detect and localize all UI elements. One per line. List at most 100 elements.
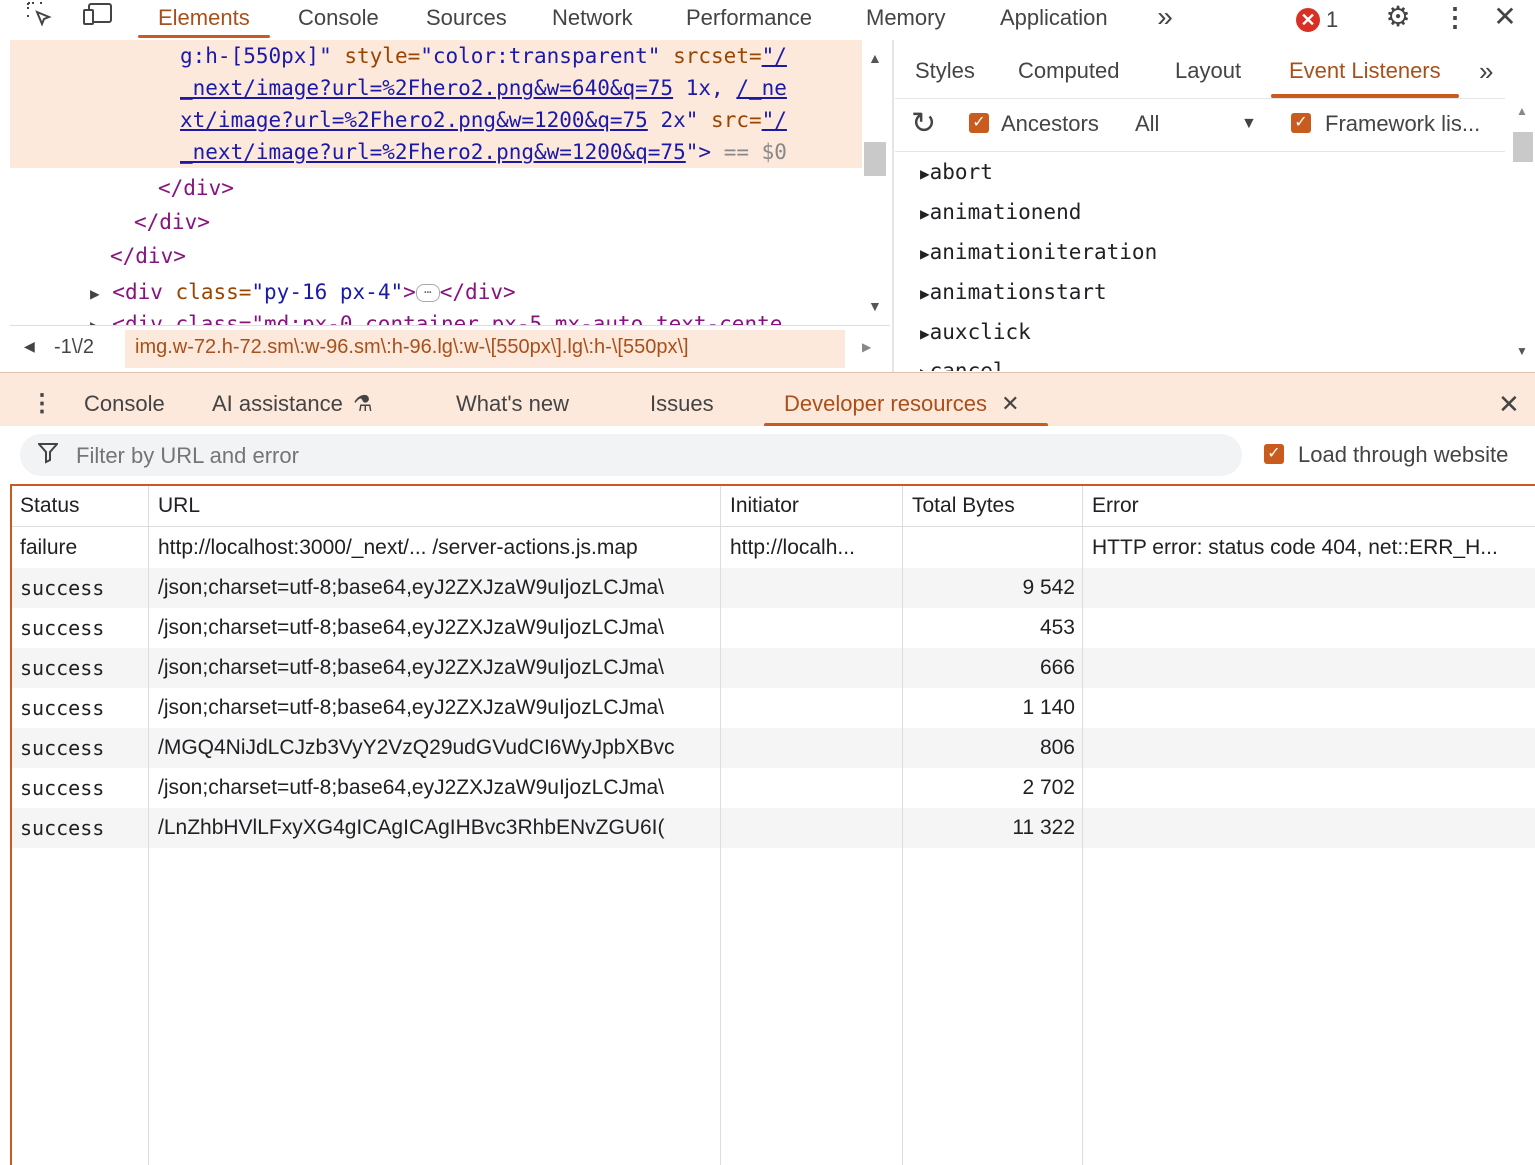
column-divider[interactable]: [720, 486, 721, 1165]
sidebar-tabs: Styles Computed Layout Event Listeners »: [895, 40, 1535, 98]
expand-triangle-icon[interactable]: ▶: [90, 284, 100, 303]
panel-divider[interactable]: [892, 40, 894, 372]
load-through-website-checkbox[interactable]: ✓: [1264, 444, 1284, 464]
column-divider[interactable]: [1082, 486, 1083, 1165]
scroll-up-icon[interactable]: ▲: [1516, 104, 1528, 118]
code-line: _next/image?url=%2Fhero2.png&w=640&q=75 …: [180, 76, 787, 100]
event-listener-item[interactable]: ▶animationstart: [920, 280, 1107, 304]
tab-layout[interactable]: Layout: [1175, 40, 1241, 98]
devtools-toolbar: Elements Console Sources Network Perform…: [0, 0, 1535, 40]
ellipsis-icon[interactable]: ⋯: [415, 284, 440, 302]
tab-performance[interactable]: Performance: [686, 0, 812, 40]
inspect-element-icon[interactable]: [22, 0, 58, 40]
kebab-menu-icon[interactable]: ⋮: [1440, 0, 1470, 40]
drawer-tabbar: ⋮ Console AI assistance ⚗ What's new Iss…: [0, 372, 1535, 427]
event-listener-item[interactable]: ▶animationend: [920, 200, 1081, 224]
expand-triangle-icon: ▶: [920, 284, 930, 303]
drawer-tab-whats-new[interactable]: What's new: [456, 373, 569, 427]
elements-scrollbar[interactable]: ▲ ▼: [862, 48, 888, 318]
tab-computed[interactable]: Computed: [1018, 40, 1120, 98]
sidebar-scrollbar[interactable]: ▲ ▼: [1510, 98, 1535, 368]
event-listener-item-clipped[interactable]: ▶cancel: [895, 355, 1510, 371]
chevron-down-icon[interactable]: ▼: [1241, 115, 1257, 133]
table-header-row: Status URL Initiator Total Bytes Error: [12, 486, 1535, 527]
scroll-up-icon[interactable]: ▲: [868, 50, 882, 66]
ancestors-label: Ancestors: [1001, 111, 1099, 136]
expand-triangle-icon: ▶: [920, 204, 930, 223]
close-tab-icon[interactable]: ✕: [1001, 391, 1019, 416]
load-through-website-label: Load through website: [1298, 442, 1509, 467]
table-row[interactable]: failure http://localhost:3000/_next/... …: [12, 528, 1535, 568]
framework-listeners-label: Framework lis...: [1325, 111, 1481, 136]
code-line[interactable]: </div>: [134, 210, 210, 234]
scroll-down-icon[interactable]: ▼: [868, 298, 882, 314]
tab-sources[interactable]: Sources: [426, 0, 507, 40]
settings-gear-icon[interactable]: ⚙: [1380, 0, 1416, 40]
drawer-tab-issues[interactable]: Issues: [650, 373, 714, 427]
drawer-menu-icon[interactable]: ⋮: [30, 373, 54, 427]
table-row[interactable]: success /MGQ4NiJdLCJzb3VyY2VzQ29udGVudCI…: [12, 728, 1535, 768]
table-row[interactable]: success /json;charset=utf-8;base64,eyJ2Z…: [12, 608, 1535, 648]
error-icon: ✕: [1296, 8, 1320, 32]
tab-network[interactable]: Network: [552, 0, 633, 40]
breadcrumb-active-item[interactable]: img.w-72.h-72.sm\:w-96.sm\:h-96.lg\:w-\[…: [125, 330, 845, 368]
breadcrumb-scroll-right-icon[interactable]: ▶: [862, 340, 871, 354]
tab-memory[interactable]: Memory: [866, 0, 945, 40]
table-row[interactable]: success /json;charset=utf-8;base64,eyJ2Z…: [12, 648, 1535, 688]
table-row[interactable]: success /json;charset=utf-8;base64,eyJ2Z…: [12, 568, 1535, 608]
column-divider[interactable]: [902, 486, 903, 1165]
column-divider[interactable]: [148, 486, 149, 1165]
framework-listeners-checkbox[interactable]: ✓: [1291, 113, 1311, 133]
tab-console[interactable]: Console: [298, 0, 379, 40]
code-line: g:h-[550px]" style="color:transparent" s…: [180, 44, 787, 68]
developer-resources-table: Status URL Initiator Total Bytes Error f…: [10, 484, 1535, 1165]
drawer-tab-console[interactable]: Console: [84, 373, 165, 427]
elements-tree[interactable]: g:h-[550px]" style="color:transparent" s…: [0, 40, 890, 325]
expand-triangle-icon[interactable]: ▶: [90, 316, 100, 325]
scrollbar-thumb[interactable]: [864, 142, 886, 176]
table-row[interactable]: success /json;charset=utf-8;base64,eyJ2Z…: [12, 688, 1535, 728]
code-line[interactable]: </div>: [158, 176, 234, 200]
expand-triangle-icon: ▶: [920, 324, 930, 343]
drawer-tab-ai-assistance[interactable]: AI assistance ⚗: [212, 373, 373, 427]
tab-elements[interactable]: Elements: [138, 0, 270, 40]
column-header-total-bytes[interactable]: Total Bytes: [912, 486, 1015, 526]
tab-styles[interactable]: Styles: [915, 40, 975, 98]
code-line: xt/image?url=%2Fhero2.png&w=1200&q=75 2x…: [180, 108, 787, 132]
column-header-url[interactable]: URL: [158, 486, 200, 526]
expand-triangle-icon: ▶: [920, 164, 930, 183]
error-count: 1: [1326, 7, 1339, 32]
column-header-error[interactable]: Error: [1092, 486, 1139, 526]
column-header-status[interactable]: Status: [20, 486, 80, 526]
refresh-icon[interactable]: ↻: [911, 107, 936, 141]
drawer-tab-developer-resources[interactable]: Developer resources ✕: [764, 373, 1048, 427]
code-line-partial[interactable]: ▶ <div class="md:px-0 container px-5 mx-…: [90, 312, 782, 325]
tab-event-listeners[interactable]: Event Listeners: [1271, 40, 1459, 98]
event-listeners-toolbar: ↻ ✓ Ancestors All ▼ ✓ Framework lis...: [895, 98, 1505, 152]
more-sidebar-tabs-icon[interactable]: »: [1479, 40, 1493, 98]
code-line: _next/image?url=%2Fhero2.png&w=1200&q=75…: [180, 140, 787, 164]
code-line[interactable]: </div>: [110, 244, 186, 268]
flask-icon: ⚗: [352, 391, 373, 416]
filter-funnel-icon: [36, 442, 60, 470]
filter-field[interactable]: [20, 434, 1242, 478]
table-row[interactable]: success /json;charset=utf-8;base64,eyJ2Z…: [12, 768, 1535, 808]
device-toolbar-icon[interactable]: [78, 0, 118, 40]
tab-application[interactable]: Application: [1000, 0, 1108, 40]
table-row[interactable]: success /LnZhbHVlLFxyXG4gICAgICAgIHBvc3R…: [12, 808, 1535, 848]
url-error-filter-input[interactable]: [74, 434, 1178, 478]
listener-filter-select[interactable]: All: [1135, 111, 1159, 137]
close-drawer-icon[interactable]: ✕: [1498, 373, 1520, 427]
more-tabs-icon[interactable]: »: [1150, 0, 1180, 40]
ancestors-checkbox[interactable]: ✓: [969, 113, 989, 133]
event-listener-item[interactable]: ▶animationiteration: [920, 240, 1157, 264]
scroll-down-icon[interactable]: ▼: [1516, 344, 1528, 358]
column-header-initiator[interactable]: Initiator: [730, 486, 799, 526]
event-listener-item[interactable]: ▶abort: [920, 160, 993, 184]
breadcrumb-item[interactable]: -1\/2: [54, 336, 94, 359]
scrollbar-thumb[interactable]: [1513, 132, 1533, 162]
close-devtools-icon[interactable]: ✕: [1490, 0, 1520, 40]
collapsed-node[interactable]: ▶ <div class="py-16 px-4"> ⋯ </div>: [90, 280, 516, 304]
event-listener-item[interactable]: ▶auxclick: [920, 320, 1031, 344]
breadcrumb-scroll-left-icon[interactable]: ◀: [24, 338, 35, 355]
